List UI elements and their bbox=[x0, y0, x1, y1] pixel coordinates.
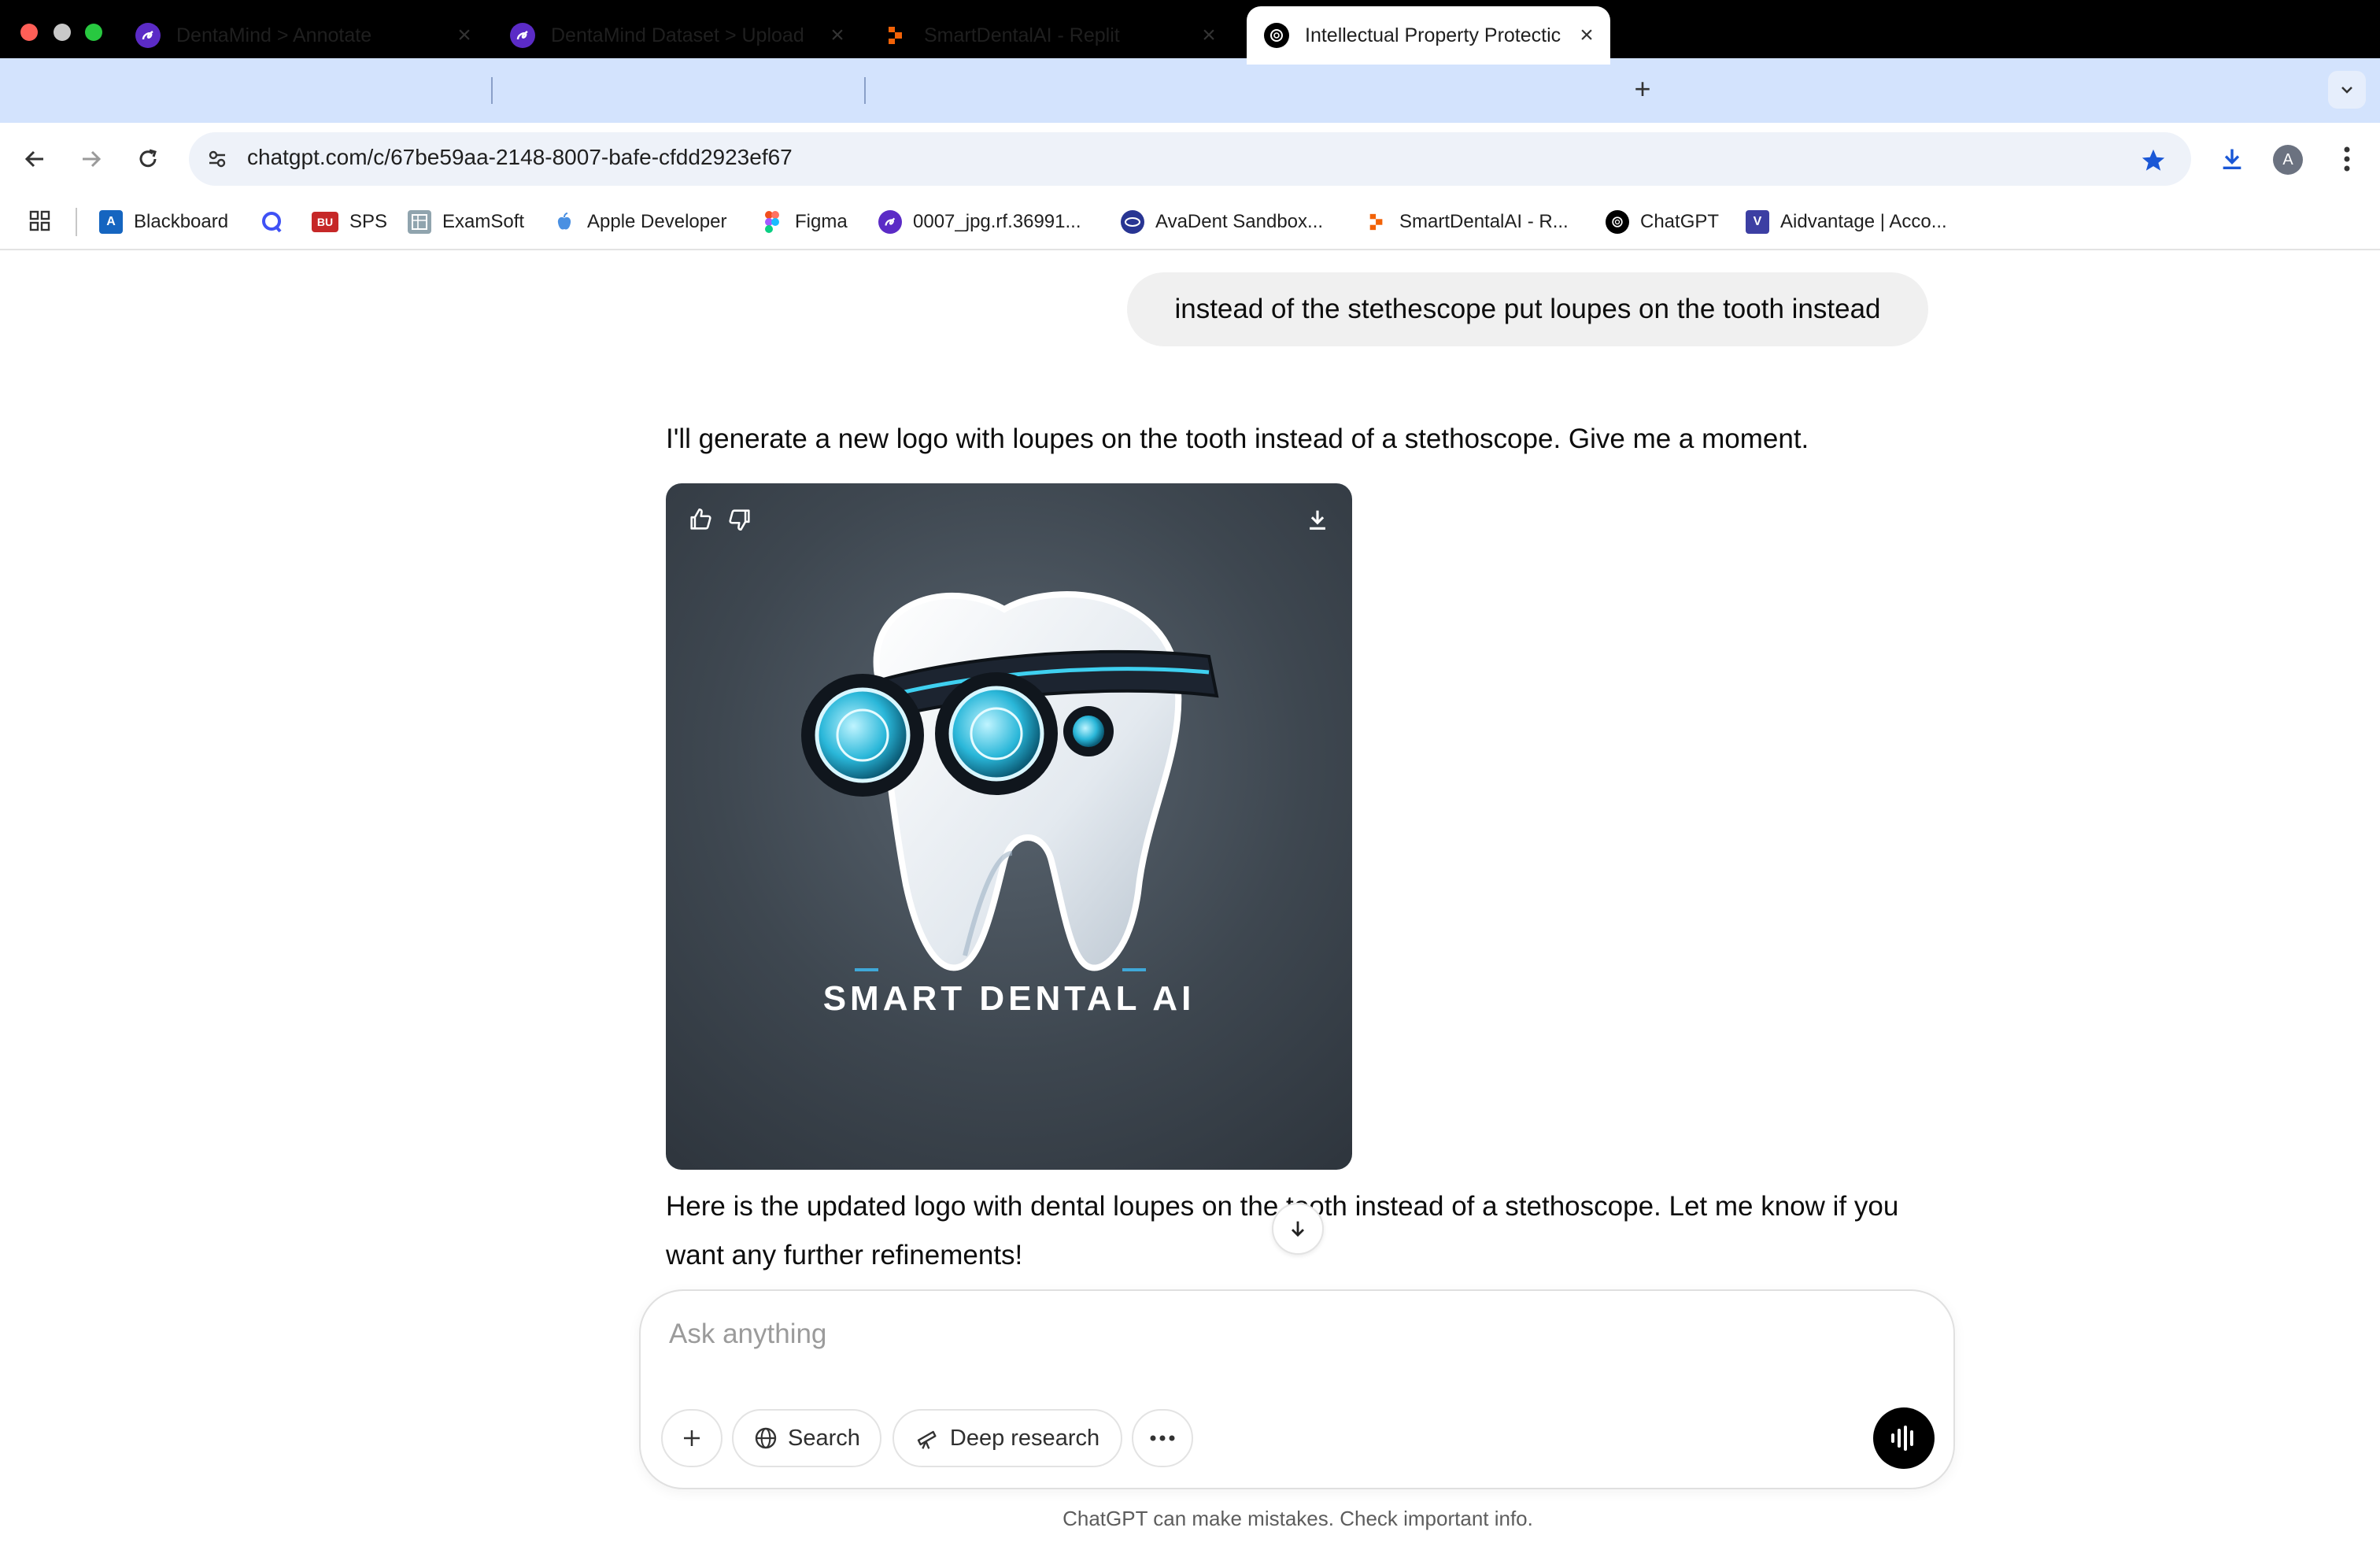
apps-grid-icon[interactable] bbox=[28, 209, 52, 233]
dentamind-icon bbox=[135, 23, 161, 48]
tab-strip bbox=[0, 58, 2380, 123]
bookmark-avadent[interactable]: AvaDent Sandbox... bbox=[1121, 208, 1323, 236]
tab-dentamind-annotate[interactable]: DentaMind > Annotate × bbox=[118, 6, 488, 65]
profile-avatar[interactable]: A bbox=[2273, 145, 2303, 175]
replit-icon bbox=[883, 23, 908, 48]
bookmark-label: Blackboard bbox=[134, 211, 229, 232]
apple-icon bbox=[552, 210, 576, 234]
bookmark-examsoft[interactable]: ExamSoft bbox=[408, 208, 524, 236]
close-icon[interactable]: × bbox=[449, 22, 480, 49]
arrow-left-icon bbox=[24, 150, 43, 168]
disclaimer: ChatGPT can make mistakes. Check importa… bbox=[1062, 1507, 1533, 1530]
tab-label: DentaMind Dataset > Upload bbox=[551, 24, 804, 46]
logo-wordmark: SMART DENTAL AI bbox=[822, 979, 1196, 1018]
downloads-button[interactable] bbox=[2213, 140, 2251, 178]
bookmark-0007-jpg[interactable]: 0007_jpg.rf.36991... bbox=[878, 208, 1081, 236]
close-icon[interactable]: × bbox=[1193, 22, 1225, 49]
prompt-input[interactable] bbox=[669, 1315, 1850, 1354]
bookmark-q[interactable] bbox=[260, 208, 294, 236]
examsoft-icon bbox=[408, 210, 431, 234]
tooth-logo-illustration bbox=[801, 591, 1219, 971]
deep-research-label: Deep research bbox=[949, 1425, 1100, 1451]
blackboard-icon: A bbox=[99, 210, 123, 234]
bu-icon: BU bbox=[312, 212, 338, 232]
arrow-right-icon bbox=[83, 150, 102, 168]
chatgpt-icon bbox=[1606, 210, 1629, 234]
url-text[interactable]: chatgpt.com/c/67be59aa-2148-8007-bafe-cf… bbox=[247, 145, 793, 170]
bookmark-apple-developer[interactable]: Apple Developer bbox=[552, 208, 726, 236]
back-button[interactable] bbox=[16, 140, 54, 178]
window-close-button[interactable] bbox=[20, 24, 38, 41]
replit-icon bbox=[1365, 210, 1388, 234]
aidvantage-icon: V bbox=[1746, 210, 1769, 234]
window-zoom-button[interactable] bbox=[85, 24, 102, 41]
globe-icon bbox=[755, 1427, 777, 1449]
bookmark-label: Aidvantage | Acco... bbox=[1780, 211, 1947, 232]
reload-icon bbox=[139, 149, 157, 168]
more-tools-button[interactable] bbox=[1132, 1409, 1193, 1467]
window-minimize-button[interactable] bbox=[54, 24, 71, 41]
bookmark-label: ChatGPT bbox=[1640, 211, 1720, 232]
q-icon bbox=[260, 210, 283, 234]
bookmark-smartdentalai[interactable]: SmartDentalAI - R... bbox=[1365, 208, 1569, 236]
telescope-icon bbox=[917, 1430, 937, 1449]
plus-icon bbox=[684, 1430, 700, 1446]
bookmark-label: Figma bbox=[795, 211, 848, 232]
user-message: instead of the stethescope put loupes on… bbox=[1127, 272, 1928, 346]
bookmark-star-icon[interactable] bbox=[2138, 145, 2169, 176]
bookmark-label: Apple Developer bbox=[587, 211, 727, 232]
bookmark-figma[interactable]: Figma bbox=[760, 208, 848, 236]
arrow-down-icon bbox=[1292, 1221, 1304, 1237]
voice-mode-button[interactable] bbox=[1873, 1407, 1935, 1469]
dentamind-icon bbox=[878, 210, 902, 234]
figma-icon bbox=[760, 210, 784, 234]
tab-label: Intellectual Property Protectic bbox=[1305, 24, 1561, 46]
chatgpt-icon bbox=[1264, 23, 1289, 48]
more-vertical-icon bbox=[2344, 146, 2350, 172]
tab-intellectual-property[interactable]: Intellectual Property Protectic × bbox=[1247, 6, 1610, 65]
waveform-icon bbox=[1891, 1426, 1913, 1451]
chevron-down-icon bbox=[2341, 87, 2352, 94]
close-icon[interactable]: × bbox=[1571, 22, 1602, 49]
tab-label: SmartDentalAI - Replit bbox=[924, 24, 1120, 46]
assistant-message-intro: I'll generate a new logo with loupes on … bbox=[666, 423, 1809, 454]
close-icon[interactable]: × bbox=[822, 22, 853, 49]
bookmark-label: ExamSoft bbox=[442, 211, 525, 232]
search-button[interactable]: Search bbox=[732, 1409, 881, 1467]
bookmark-label: 0007_jpg.rf.36991... bbox=[913, 211, 1081, 232]
generated-image[interactable]: SMART DENTAL AI bbox=[666, 483, 1352, 1170]
reload-button[interactable] bbox=[129, 140, 167, 178]
bookmark-label: SmartDentalAI - R... bbox=[1399, 211, 1569, 232]
bookmark-aidvantage[interactable]: V Aidvantage | Acco... bbox=[1746, 208, 1947, 236]
bookmark-label: AvaDent Sandbox... bbox=[1155, 211, 1324, 232]
tab-search-button[interactable] bbox=[2328, 71, 2366, 109]
tab-label: DentaMind > Annotate bbox=[176, 24, 372, 46]
site-settings-icon[interactable] bbox=[203, 145, 231, 173]
browser-menu-button[interactable] bbox=[2330, 142, 2364, 176]
search-label: Search bbox=[788, 1425, 860, 1451]
avadent-icon bbox=[1121, 210, 1144, 234]
bookmark-sps[interactable]: BU SPS bbox=[312, 208, 387, 236]
more-horizontal-icon bbox=[1150, 1435, 1175, 1441]
bookmark-label: SPS bbox=[349, 211, 388, 232]
dentamind-icon bbox=[510, 23, 535, 48]
deep-research-button[interactable]: Deep research bbox=[893, 1409, 1122, 1467]
new-tab-button[interactable]: + bbox=[1626, 72, 1659, 105]
bookmark-chatgpt[interactable]: ChatGPT bbox=[1606, 208, 1719, 236]
download-icon bbox=[2223, 149, 2241, 170]
bookmark-blackboard[interactable]: A Blackboard bbox=[99, 208, 228, 236]
scroll-to-bottom-button[interactable] bbox=[1272, 1203, 1324, 1255]
tab-smartdentalai-replit[interactable]: SmartDentalAI - Replit × bbox=[866, 6, 1232, 65]
forward-button[interactable] bbox=[72, 140, 110, 178]
attach-button[interactable] bbox=[661, 1409, 722, 1467]
tab-dentamind-upload[interactable]: DentaMind Dataset > Upload × bbox=[493, 6, 861, 65]
